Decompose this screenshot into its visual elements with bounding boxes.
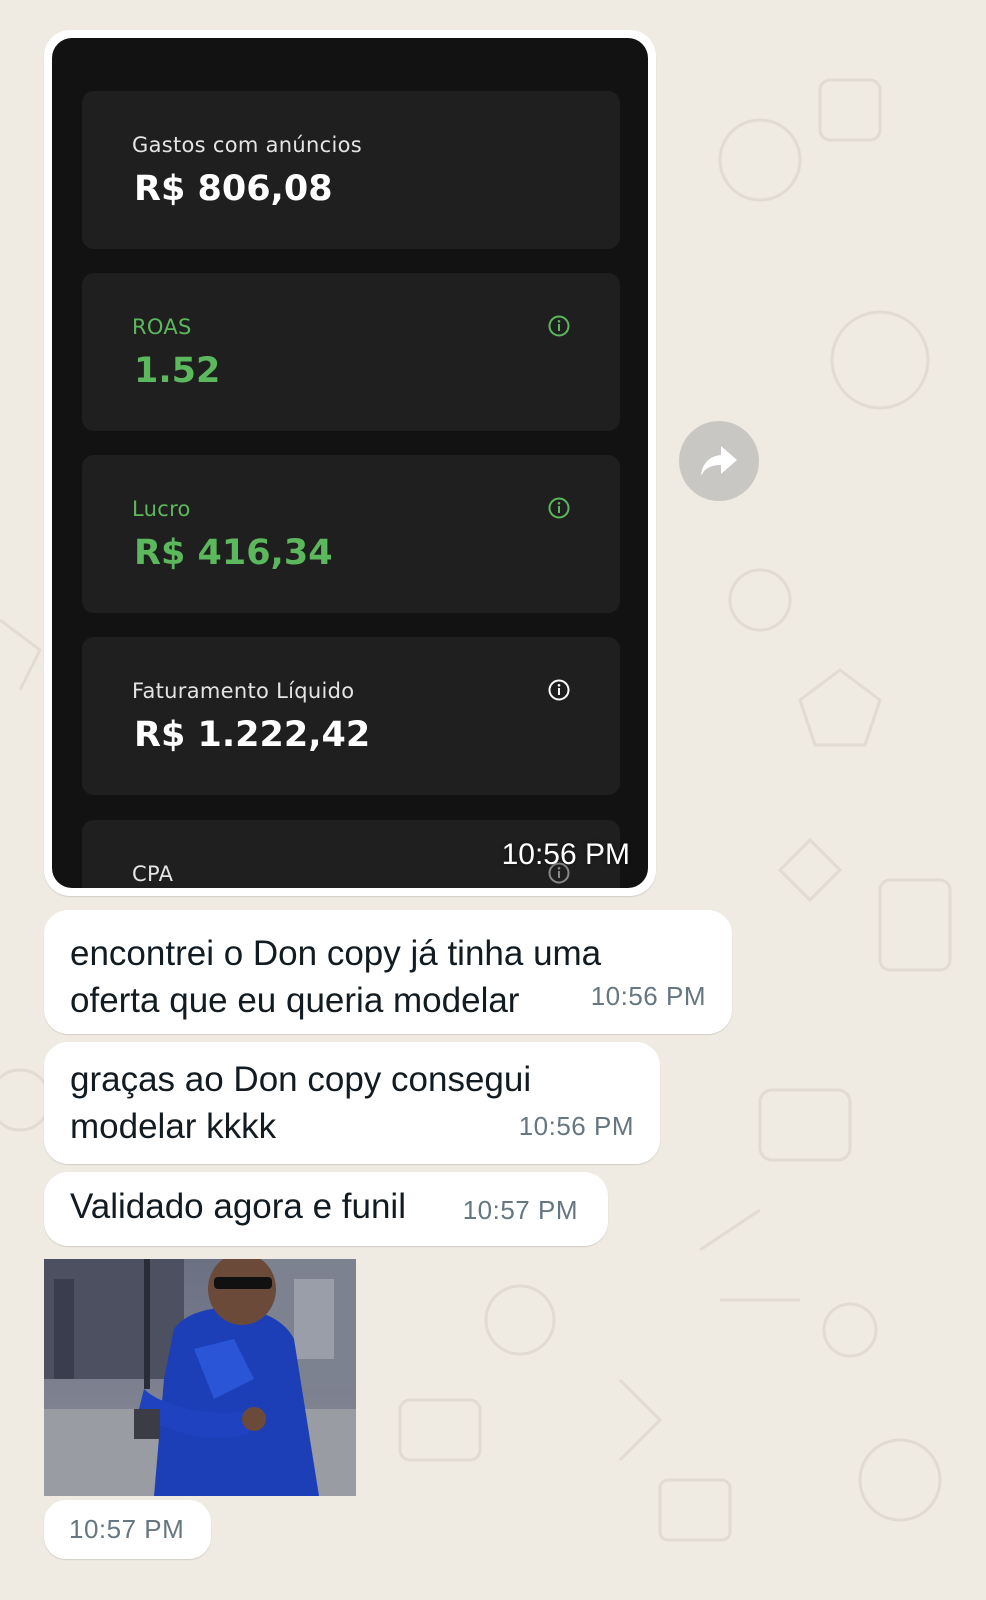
message-timestamp: 10:56 PM <box>590 981 706 1011</box>
metric-value: R$ 1.222,42 <box>134 715 371 755</box>
metric-label: Lucro <box>132 497 191 521</box>
message-line: oferta que eu queria modelar <box>70 981 520 1020</box>
message-bubble[interactable]: encontrei o Don copy já tinha uma oferta… <box>44 910 732 1034</box>
message-line: encontrei o Don copy já tinha uma <box>70 934 602 973</box>
message-timestamp: 10:56 PM <box>501 838 630 871</box>
dashboard-screenshot[interactable]: Gastos com anúncios R$ 806,08 ROAS 1.52 … <box>52 38 648 888</box>
metric-label: Gastos com anúncios <box>132 133 362 157</box>
message-timestamp: 10:57 PM <box>69 1514 185 1544</box>
image-message-bubble[interactable]: Gastos com anúncios R$ 806,08 ROAS 1.52 … <box>44 30 656 896</box>
photo-message[interactable] <box>44 1259 356 1496</box>
metric-card-profit: Lucro R$ 416,34 <box>82 455 620 613</box>
metric-card-ad-spend: Gastos com anúncios R$ 806,08 <box>82 91 620 249</box>
metric-value: R$ 416,34 <box>134 533 333 573</box>
info-icon <box>548 679 570 701</box>
message-line: graças ao Don copy consegui <box>70 1060 532 1099</box>
metric-card-net-revenue: Faturamento Líquido R$ 1.222,42 <box>82 637 620 795</box>
metric-value: R$ 806,08 <box>134 169 333 209</box>
message-timestamp: 10:56 PM <box>518 1111 634 1141</box>
photo-timestamp-bubble: 10:57 PM <box>44 1500 211 1559</box>
message-line: modelar kkkk <box>70 1107 277 1146</box>
metric-label: Faturamento Líquido <box>132 679 355 703</box>
metric-label: CPA <box>132 862 174 886</box>
forward-arrow-icon <box>701 446 737 476</box>
metric-value: 1.52 <box>134 351 221 391</box>
info-icon <box>548 315 570 337</box>
message-bubble[interactable]: graças ao Don copy consegui modelar kkkk… <box>44 1042 660 1164</box>
message-text: Validado agora e funil <box>70 1187 406 1226</box>
message-text: encontrei o Don copy já tinha uma oferta… <box>70 930 601 1024</box>
message-timestamp: 10:57 PM <box>462 1195 578 1225</box>
message-text: graças ao Don copy consegui modelar kkkk <box>70 1056 531 1150</box>
message-bubble[interactable]: Validado agora e funil 10:57 PM <box>44 1172 608 1246</box>
forward-button[interactable] <box>679 421 759 501</box>
metric-card-roas: ROAS 1.52 <box>82 273 620 431</box>
metric-label: ROAS <box>132 315 192 339</box>
info-icon <box>548 497 570 519</box>
